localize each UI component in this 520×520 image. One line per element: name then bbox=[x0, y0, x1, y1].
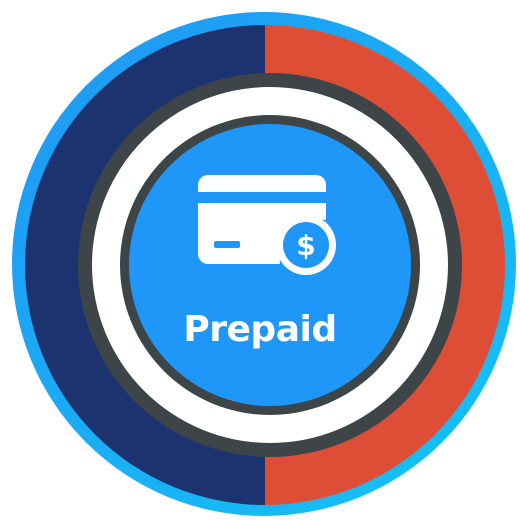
center-disc bbox=[129, 124, 411, 406]
badge-graphic: $ bbox=[12, 12, 516, 516]
svg-text:$: $ bbox=[296, 229, 315, 262]
prepaid-badge: $ Prepaid bbox=[0, 0, 520, 520]
credit-card-dollar-icon: $ bbox=[198, 175, 336, 275]
badge-label: Prepaid bbox=[183, 309, 337, 350]
